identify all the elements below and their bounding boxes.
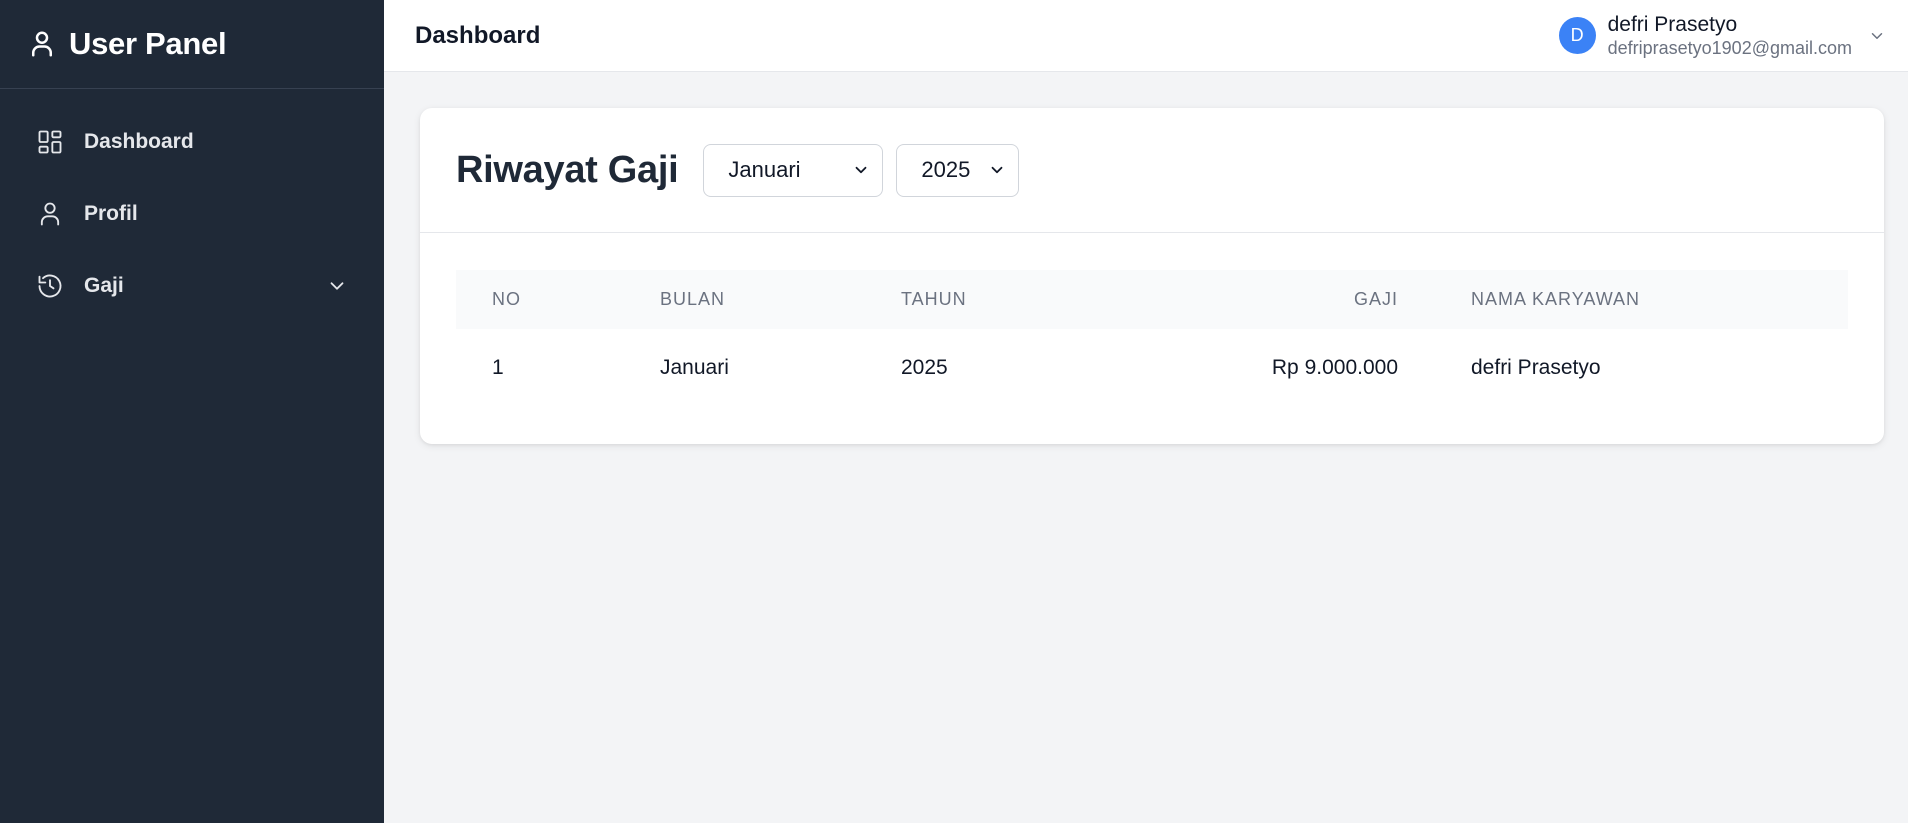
- year-select-value: 2025: [921, 157, 971, 182]
- brand: User Panel: [0, 0, 384, 89]
- topbar: Dashboard D defri Prasetyo defriprasetyo…: [384, 0, 1908, 72]
- column-header-gaji: GAJI: [1353, 289, 1398, 309]
- chevron-down-icon: [852, 161, 870, 179]
- sidebar-item-label: Gaji: [84, 274, 124, 297]
- sidebar: User Panel Dashboard Profil Gaji: [0, 0, 384, 823]
- dashboard-grid-icon: [36, 128, 64, 156]
- sidebar-item-dashboard[interactable]: Dashboard: [0, 106, 384, 178]
- sidebar-nav: Dashboard Profil Gaji: [0, 89, 384, 322]
- table-wrapper: NO BULAN TAHUN GAJI NAMA KARYAWAN 1 Janu…: [420, 233, 1884, 407]
- table-row: 1 Januari 2025 Rp 9.000.000 defri Praset…: [456, 329, 1848, 407]
- cell-nama-karyawan: defri Prasetyo: [1471, 356, 1601, 379]
- user-icon: [36, 200, 64, 228]
- month-select[interactable]: Januari: [703, 143, 884, 197]
- cell-gaji: Rp 9.000.000: [1271, 356, 1398, 379]
- cell-bulan: Januari: [660, 356, 729, 379]
- column-header-no: NO: [492, 289, 521, 309]
- chevron-down-icon: [326, 275, 348, 297]
- user-menu[interactable]: D defri Prasetyo defriprasetyo1902@gmail…: [1558, 13, 1886, 59]
- cell-tahun: 2025: [901, 356, 948, 379]
- sidebar-item-gaji[interactable]: Gaji: [0, 250, 384, 322]
- salary-history-card: Riwayat Gaji Januari 2025 NO BULAN TAHUN…: [420, 108, 1884, 444]
- year-select[interactable]: 2025: [896, 143, 1020, 197]
- history-icon: [36, 272, 64, 300]
- sidebar-item-label: Dashboard: [84, 130, 194, 153]
- table-header-row: NO BULAN TAHUN GAJI NAMA KARYAWAN: [456, 270, 1848, 329]
- column-header-bulan: BULAN: [660, 289, 726, 309]
- user-email: defriprasetyo1902@gmail.com: [1607, 37, 1852, 58]
- user-info: defri Prasetyo defriprasetyo1902@gmail.c…: [1608, 13, 1852, 59]
- sidebar-item-profil[interactable]: Profil: [0, 178, 384, 250]
- chevron-down-icon: [1868, 27, 1886, 45]
- user-icon: [27, 29, 57, 59]
- column-header-tahun: TAHUN: [901, 289, 967, 309]
- user-name: defri Prasetyo: [1607, 12, 1738, 36]
- chevron-down-icon: [988, 161, 1006, 179]
- brand-title: User Panel: [69, 26, 227, 61]
- card-title: Riwayat Gaji: [456, 148, 679, 191]
- sidebar-item-label: Profil: [84, 202, 138, 225]
- page-title: Dashboard: [415, 21, 541, 49]
- card-header: Riwayat Gaji Januari 2025: [420, 108, 1884, 233]
- column-header-nama-karyawan: NAMA KARYAWAN: [1471, 289, 1641, 309]
- cell-no: 1: [492, 356, 504, 379]
- month-select-value: Januari: [728, 157, 801, 182]
- salary-table: NO BULAN TAHUN GAJI NAMA KARYAWAN 1 Janu…: [456, 270, 1848, 407]
- avatar: D: [1558, 17, 1596, 54]
